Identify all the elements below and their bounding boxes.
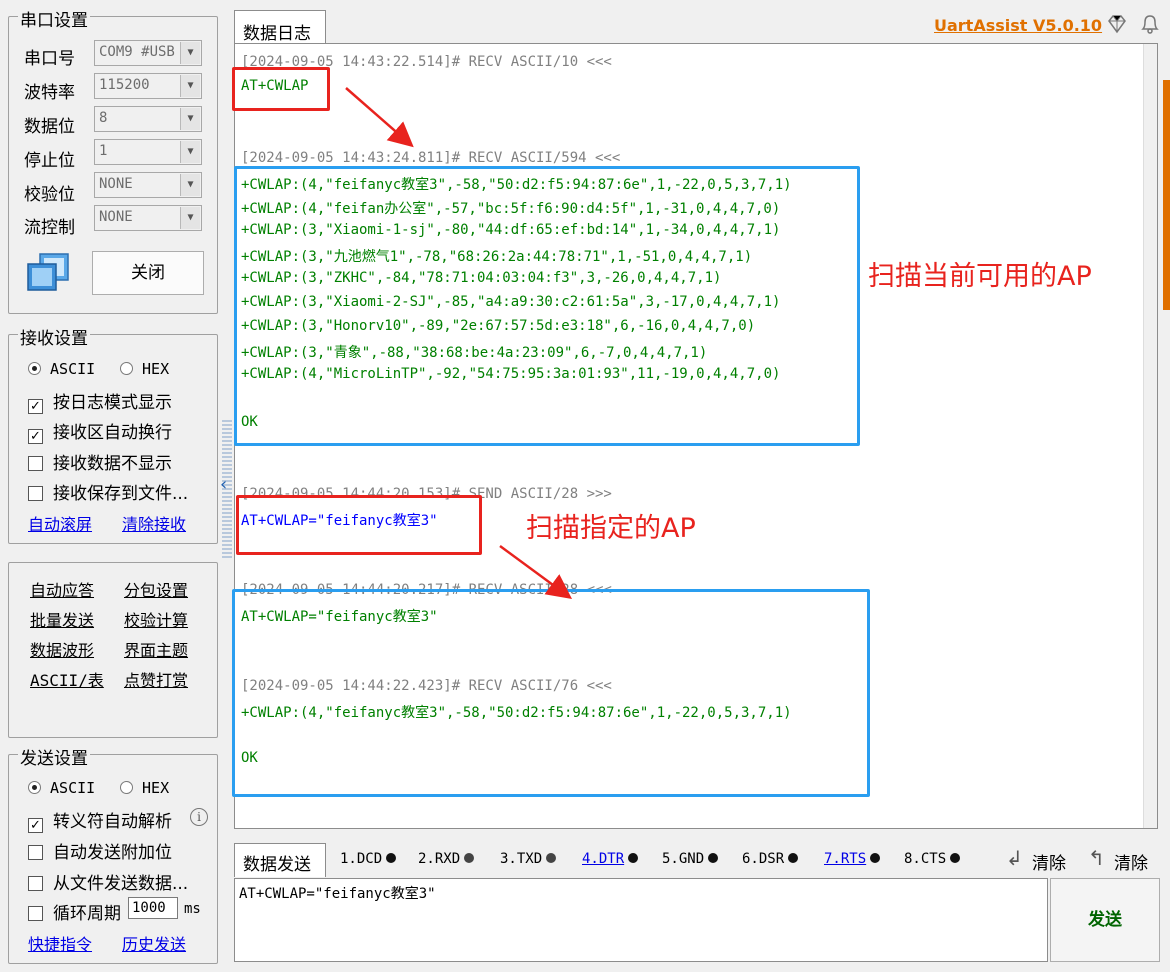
signal-cts: 8.CTS <box>904 851 961 867</box>
signal-label: 1.DCD <box>340 851 383 867</box>
tab-data-send[interactable]: 数据发送 <box>234 843 326 877</box>
clear-send-left-icon[interactable]: ↲ <box>1006 846 1023 870</box>
signal-label: 6.DSR <box>742 851 785 867</box>
clear-receive-up-icon[interactable]: ↰ <box>1088 846 1105 870</box>
clear-send-button[interactable]: 清除 <box>1032 849 1066 874</box>
signal-txd: 3.TXD <box>500 851 557 867</box>
led-icon <box>788 853 799 863</box>
signal-gnd: 5.GND <box>662 851 719 867</box>
signal-label: 7.RTS <box>824 851 867 867</box>
led-icon <box>950 853 961 863</box>
signal-rxd: 2.RXD <box>418 851 475 867</box>
led-icon <box>628 853 639 863</box>
send-input[interactable]: AT+CWLAP="feifanyc教室3" <box>234 878 1048 962</box>
led-icon <box>386 853 397 863</box>
annotation-scan-all: 扫描当前可用的AP <box>868 261 1092 292</box>
signal-label: 2.RXD <box>418 851 461 867</box>
send-button[interactable]: 发送 <box>1050 878 1160 962</box>
signal-dsr: 6.DSR <box>742 851 799 867</box>
signal-label: 3.TXD <box>500 851 543 867</box>
signal-dcd: 1.DCD <box>340 851 397 867</box>
signal-dtr[interactable]: 4.DTR <box>582 851 639 867</box>
clear-receive-button[interactable]: 清除 <box>1114 849 1148 874</box>
signal-label: 8.CTS <box>904 851 947 867</box>
signal-label: 5.GND <box>662 851 705 867</box>
annotation-scan-specific: 扫描指定的AP <box>526 513 696 544</box>
led-icon <box>464 853 475 863</box>
led-icon <box>708 853 719 863</box>
signal-label: 4.DTR <box>582 851 625 867</box>
led-icon <box>546 853 557 863</box>
signal-rts[interactable]: 7.RTS <box>824 851 881 867</box>
annotation-arrows <box>345 87 573 599</box>
led-icon <box>870 853 881 863</box>
